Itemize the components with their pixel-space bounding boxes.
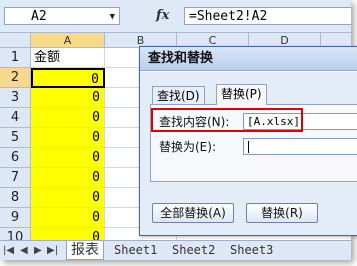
row-header[interactable]: 6	[0, 148, 31, 168]
insert-function-icon[interactable]: fx	[156, 8, 169, 23]
select-all-corner[interactable]	[0, 33, 31, 48]
tab-replace[interactable]: 替换(P)	[216, 84, 267, 105]
red-highlight-box	[151, 108, 303, 132]
row-header[interactable]: 4	[0, 108, 31, 128]
sheet-tab-sheet2[interactable]: Sheet2	[168, 241, 219, 259]
cell-a3[interactable]: 0	[31, 88, 105, 108]
replace-with-label: 替换为(E):	[159, 140, 216, 154]
sheet-tab-sheet3[interactable]: Sheet3	[226, 241, 277, 259]
tab-find[interactable]: 查找(D)	[152, 86, 205, 104]
sheet-tab-bar: |◀ ◀ ▶ ▶| 报表 Sheet1 Sheet2 Sheet3	[0, 240, 351, 260]
sheet-tab-active[interactable]: 报表	[66, 241, 104, 260]
column-header-a[interactable]: A	[31, 33, 105, 48]
cell-a1[interactable]: 金额	[31, 48, 105, 68]
cell-a5[interactable]: 0	[31, 128, 105, 148]
cell-a2[interactable]: 0	[31, 68, 105, 88]
dialog-title[interactable]: 查找和替换	[140, 47, 357, 71]
name-box-value: A2	[31, 9, 47, 24]
row-header[interactable]: 9	[0, 208, 31, 228]
row-header[interactable]: 1	[0, 48, 31, 68]
prev-sheet-icon[interactable]: ◀	[20, 245, 28, 256]
text-cursor	[248, 141, 249, 153]
next-sheet-icon[interactable]: ▶	[34, 245, 42, 256]
last-sheet-icon[interactable]: ▶|	[47, 245, 58, 256]
row-header[interactable]: 8	[0, 188, 31, 208]
cell-a6[interactable]: 0	[31, 148, 105, 168]
replace-all-button[interactable]: 全部替换(A)	[152, 203, 234, 223]
replace-with-input[interactable]	[243, 138, 357, 155]
cell-a9[interactable]: 0	[31, 208, 105, 228]
formula-bar: A2 ▼ fx =Sheet2!A2	[0, 0, 351, 33]
cell-a8[interactable]: 0	[31, 188, 105, 208]
chevron-down-icon[interactable]: ▼	[110, 8, 115, 26]
cell-a7[interactable]: 0	[31, 168, 105, 188]
first-sheet-icon[interactable]: |◀	[3, 245, 14, 256]
row-header[interactable]: 3	[0, 88, 31, 108]
dialog-body: 查找(D) 替换(P) 查找内容(N): [A.xlsx] 替换为(E): 全部…	[140, 72, 357, 235]
row-header[interactable]: 7	[0, 168, 31, 188]
row-header[interactable]: 2	[0, 68, 31, 88]
row-header[interactable]: 5	[0, 128, 31, 148]
find-replace-dialog: 查找和替换 查找(D) 替换(P) 查找内容(N): [A.xlsx] 替换为(…	[139, 46, 357, 236]
cell-a4[interactable]: 0	[31, 108, 105, 128]
replace-button[interactable]: 替换(R)	[246, 203, 318, 223]
sheet-tab-sheet1[interactable]: Sheet1	[110, 241, 161, 259]
name-box[interactable]: A2 ▼	[4, 7, 120, 25]
formula-input[interactable]: =Sheet2!A2	[184, 7, 351, 25]
